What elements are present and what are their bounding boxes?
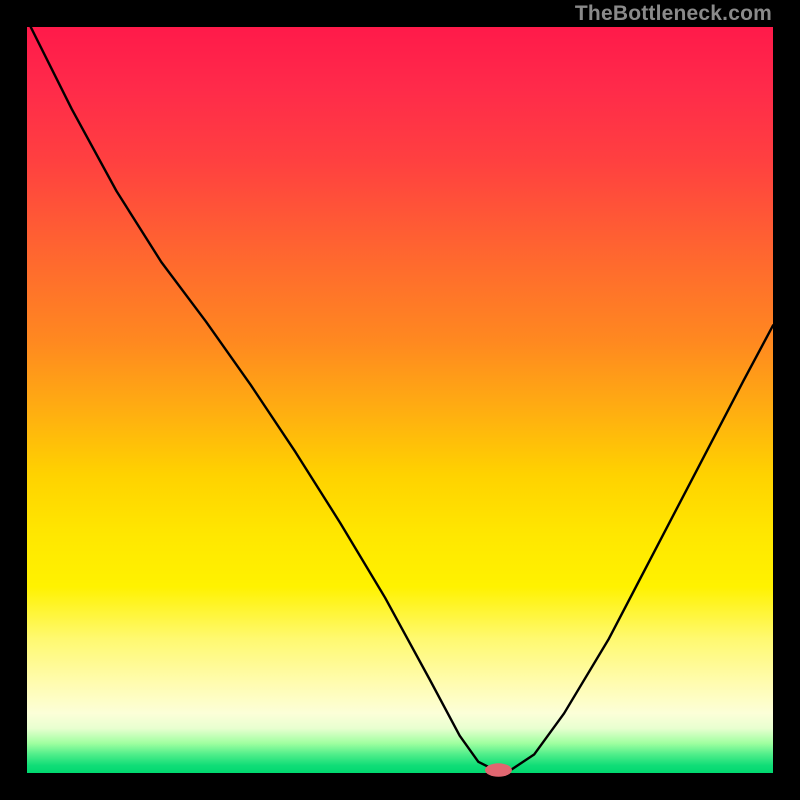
optimum-marker bbox=[485, 763, 512, 776]
watermark-label: TheBottleneck.com bbox=[575, 2, 772, 26]
bottleneck-curve-line bbox=[31, 27, 773, 769]
chart-svg bbox=[27, 27, 773, 773]
chart-container: TheBottleneck.com bbox=[0, 0, 800, 800]
